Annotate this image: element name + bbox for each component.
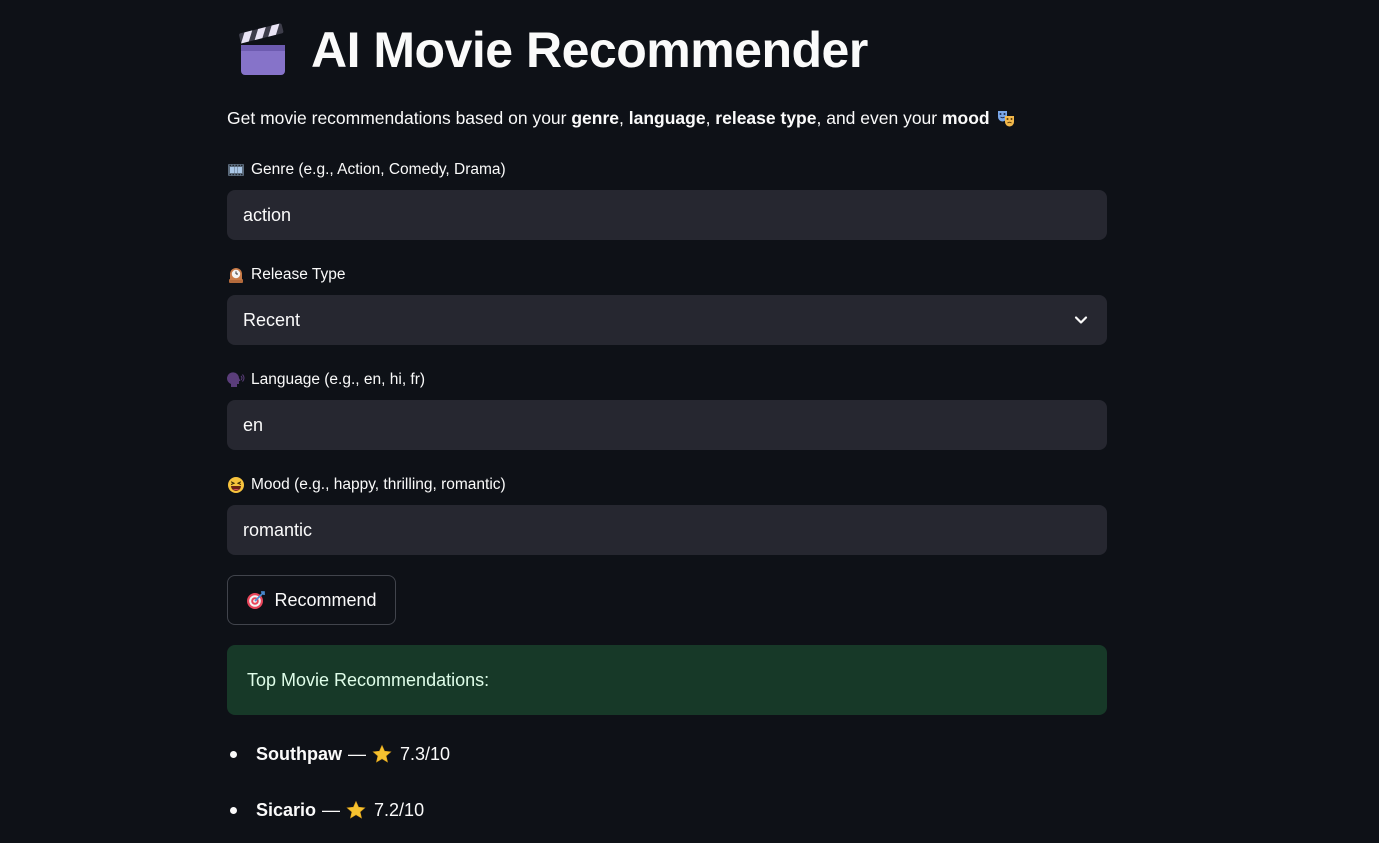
- performing-arts-icon: [997, 111, 1014, 127]
- language-input[interactable]: en: [227, 400, 1107, 450]
- speaking-head-icon: [227, 372, 245, 387]
- genre-label: Genre (e.g., Action, Comedy, Drama): [227, 160, 506, 180]
- direct-hit-icon: [247, 591, 266, 609]
- release-type-label-text: Release Type: [251, 266, 346, 283]
- list-item: Southpaw — 7.3/10: [227, 741, 450, 767]
- recommend-button[interactable]: Recommend: [227, 575, 396, 625]
- genre-input[interactable]: action: [227, 190, 1107, 240]
- subtitle-language: language: [628, 108, 706, 128]
- mantelpiece-clock-icon: [229, 268, 243, 283]
- grinning-squinting-face-icon: [228, 477, 244, 493]
- language-input-value: en: [243, 414, 264, 435]
- bullet: [230, 750, 237, 758]
- film-frames-icon: [228, 164, 244, 176]
- recommendations-heading: Top Movie Recommendations:: [247, 669, 490, 690]
- page-title: AI Movie Recommender: [237, 16, 868, 84]
- subtitle-comma-1: ,: [619, 108, 629, 128]
- subtitle: Get movie recommendations based on your …: [227, 106, 1016, 130]
- subtitle-genre: genre: [571, 108, 619, 128]
- mood-label-text: Mood (e.g., happy, thrilling, romantic): [251, 476, 506, 493]
- language-label-text: Language (e.g., en, hi, fr): [251, 371, 426, 388]
- subtitle-middle: , and even your: [816, 108, 942, 128]
- subtitle-release-type: release type: [715, 108, 817, 128]
- mood-input[interactable]: romantic: [227, 505, 1107, 555]
- chevron-down-icon[interactable]: [1073, 312, 1089, 328]
- movie-title: Sicario: [256, 799, 317, 820]
- release-type-label: Release Type: [227, 265, 346, 285]
- genre-input-value: action: [243, 204, 292, 225]
- movie-rating: 7.2/10: [374, 799, 425, 820]
- title-text: AI Movie Recommender: [311, 22, 868, 78]
- recommend-button-label: Recommend: [274, 589, 377, 610]
- star-icon: [372, 744, 392, 763]
- star-icon: [346, 800, 366, 819]
- language-label: Language (e.g., en, hi, fr): [227, 370, 425, 390]
- separator: —: [322, 799, 341, 820]
- release-type-selected-value: Recent: [243, 309, 301, 330]
- subtitle-prefix: Get movie recommendations based on your: [227, 108, 572, 128]
- separator: —: [348, 743, 366, 764]
- mood-input-value: romantic: [243, 519, 313, 540]
- genre-label-text: Genre (e.g., Action, Comedy, Drama): [251, 161, 506, 178]
- subtitle-mood: mood: [941, 108, 990, 128]
- subtitle-comma-2: ,: [705, 108, 716, 128]
- list-item: Sicario — 7.2/10: [227, 797, 424, 823]
- release-type-select[interactable]: Recent: [227, 295, 1107, 345]
- clapper-board-icon: [239, 23, 285, 75]
- bullet: [230, 806, 237, 814]
- movie-title: Southpaw: [256, 743, 342, 764]
- recommendations-heading-alert: Top Movie Recommendations:: [227, 645, 1107, 715]
- mood-label: Mood (e.g., happy, thrilling, romantic): [227, 475, 506, 495]
- movie-rating: 7.3/10: [400, 743, 451, 764]
